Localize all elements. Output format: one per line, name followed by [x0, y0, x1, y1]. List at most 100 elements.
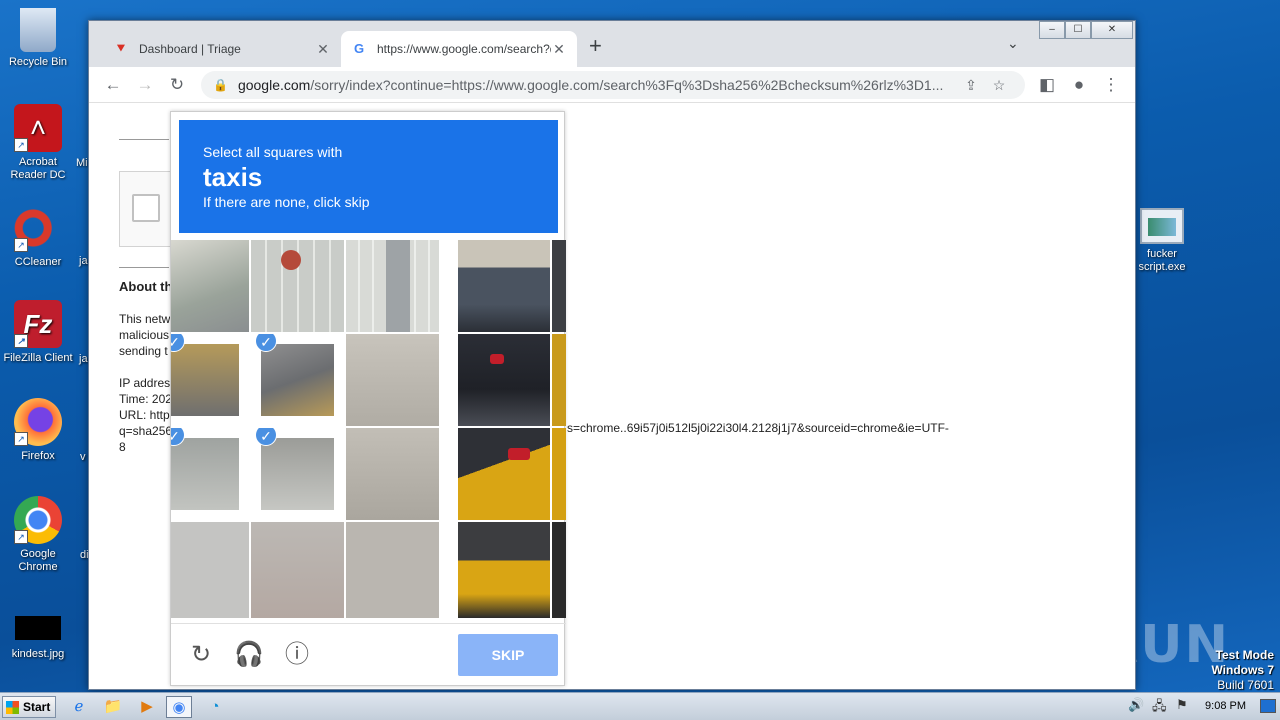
paragraph-line: malicious	[119, 328, 170, 342]
show-desktop-button[interactable]	[1260, 699, 1276, 713]
new-tab-button[interactable]: +	[589, 35, 602, 57]
challenge-hint: If there are none, click skip	[203, 194, 370, 210]
grid-tile[interactable]	[458, 334, 550, 426]
grid-tile[interactable]	[458, 522, 550, 618]
menu-kebab-icon[interactable]: ⋮	[1099, 73, 1123, 97]
tile-image	[171, 438, 239, 510]
tab-google-search[interactable]: G https://www.google.com/search?q= ✕	[341, 31, 577, 67]
grid-tile[interactable]	[171, 240, 249, 332]
close-tab-icon[interactable]: ✕	[551, 41, 567, 58]
volume-icon[interactable]: 🔊	[1128, 697, 1144, 713]
grid-tile-selected[interactable]: ✓	[251, 334, 344, 426]
desktop-icon-acrobat[interactable]: ˄ ↗ Acrobat Reader DC	[0, 104, 76, 182]
url-end-line: 8	[119, 440, 126, 454]
action-center-flag-icon[interactable]: ⚑	[1176, 697, 1188, 713]
acrobat-icon: ˄ ↗	[14, 104, 62, 152]
shortcut-arrow-icon: ↗	[14, 238, 28, 252]
desktop-icon-label: FileZilla Client	[3, 352, 73, 364]
grid-tile[interactable]	[458, 240, 550, 332]
grid-tile[interactable]	[346, 334, 439, 426]
divider	[119, 139, 169, 140]
desktop-partial-label: ja	[79, 255, 88, 267]
edge-icon[interactable]: ◔	[202, 696, 228, 718]
challenge-target: taxis	[203, 162, 263, 192]
challenge-header: Select all squares with taxis If there a…	[179, 120, 558, 233]
grid-tile[interactable]	[552, 240, 566, 332]
close-tab-icon[interactable]: ✕	[315, 41, 331, 58]
bookmark-star-icon[interactable]: ☆	[985, 77, 1013, 94]
shortcut-arrow-icon: ↗	[14, 334, 28, 348]
url-domain: google.com	[237, 77, 311, 93]
maximize-button[interactable]: ☐	[1065, 21, 1091, 39]
divider	[119, 267, 169, 268]
skip-button[interactable]: SKIP	[458, 634, 558, 676]
address-url[interactable]: google.com/sorry/index?continue=https://…	[238, 77, 957, 93]
desktop-icon-label: CCleaner	[14, 256, 62, 268]
grid-tile-selected[interactable]: ✓	[171, 334, 249, 426]
audio-challenge-headphones-icon[interactable]: 🎧	[234, 640, 264, 670]
desktop-icon-label: kindest.jpg	[11, 648, 65, 660]
info-icon[interactable]: ⓘ	[282, 640, 312, 670]
desktop-partial-label: Mi	[76, 157, 88, 169]
address-bar[interactable]: 🔒 google.com/sorry/index?continue=https:…	[201, 71, 1025, 99]
network-icon[interactable]: 🖧	[1152, 697, 1167, 719]
grid-tile[interactable]	[251, 522, 344, 618]
grid-tile[interactable]	[171, 522, 249, 618]
grid-tile[interactable]	[458, 428, 550, 520]
back-arrow-icon[interactable]: ←	[101, 73, 125, 97]
forward-arrow-icon[interactable]: →	[133, 73, 157, 97]
os-name-line: Windows 7	[1211, 663, 1274, 677]
desktop-icon-ccleaner[interactable]: ↗ CCleaner	[0, 204, 76, 269]
google-favicon-icon: G	[353, 41, 365, 56]
grid-tile[interactable]	[251, 240, 344, 332]
desktop-icon-filezilla[interactable]: Fz ↗ FileZilla Client	[0, 300, 76, 365]
desktop-icon-chrome[interactable]: ↗ Google Chrome	[0, 496, 76, 574]
tile-image	[261, 438, 334, 510]
time-line: Time: 202	[119, 392, 172, 406]
test-mode-line: Test Mode	[1215, 648, 1274, 662]
grid-tile[interactable]	[552, 428, 566, 520]
lock-icon[interactable]: 🔒	[213, 78, 228, 92]
grid-tile-selected[interactable]: ✓	[171, 428, 249, 520]
tab-triage-dashboard[interactable]: ⯆ Dashboard | Triage ✕	[103, 31, 341, 67]
tab-title: Dashboard | Triage	[139, 42, 241, 56]
recaptcha-checkbox[interactable]	[132, 194, 160, 222]
url-line: URL: http	[119, 408, 170, 422]
grid-tile-selected[interactable]: ✓	[251, 428, 344, 520]
desktop-icon-label: Firefox	[21, 450, 55, 462]
grid-tile[interactable]	[552, 522, 566, 618]
close-window-button[interactable]: ✕	[1091, 21, 1133, 39]
tab-search-chevron-icon[interactable]: ⌄	[1007, 35, 1019, 52]
side-panel-icon[interactable]: ◧	[1035, 73, 1059, 97]
desktop-partial-label: ja	[79, 353, 88, 365]
grid-tile[interactable]	[346, 428, 439, 520]
url-query-line: q=sha256	[119, 424, 173, 438]
grid-tile[interactable]	[346, 522, 439, 618]
exe-file-icon	[1140, 208, 1184, 244]
taskbar-clock[interactable]: 9:08 PM	[1205, 700, 1246, 712]
desktop-icon-firefox[interactable]: ↗ Firefox	[0, 398, 76, 463]
grid-tile[interactable]	[552, 334, 566, 426]
share-icon[interactable]: ⇪	[957, 77, 985, 94]
tile-image	[261, 344, 334, 416]
reload-icon[interactable]: ↻	[165, 73, 189, 97]
file-explorer-icon[interactable]: 📁	[100, 696, 126, 718]
filezilla-icon: Fz ↗	[14, 300, 62, 348]
about-heading: About th	[119, 279, 173, 294]
paragraph-line: This netw	[119, 312, 171, 326]
shortcut-arrow-icon: ↗	[14, 138, 28, 152]
firefox-icon: ↗	[14, 398, 62, 446]
media-player-icon[interactable]: ▶	[134, 696, 160, 718]
reload-challenge-icon[interactable]: ↻	[186, 640, 216, 670]
chrome-taskbar-icon[interactable]: ◉	[166, 696, 192, 718]
start-button[interactable]: Start	[2, 696, 56, 718]
minimize-button[interactable]: –	[1039, 21, 1065, 39]
desktop-icon-label: Recycle Bin	[8, 56, 68, 68]
internet-explorer-icon[interactable]: ℯ	[66, 696, 92, 718]
chrome-icon: ↗	[14, 496, 62, 544]
desktop-icon-kindest[interactable]: kindest.jpg	[0, 616, 76, 661]
profile-avatar-icon[interactable]: ●	[1067, 73, 1091, 97]
grid-tile[interactable]	[346, 240, 439, 332]
triage-favicon-icon: ⯆	[115, 41, 127, 56]
desktop-icon-recycle-bin[interactable]: Recycle Bin	[0, 8, 76, 69]
